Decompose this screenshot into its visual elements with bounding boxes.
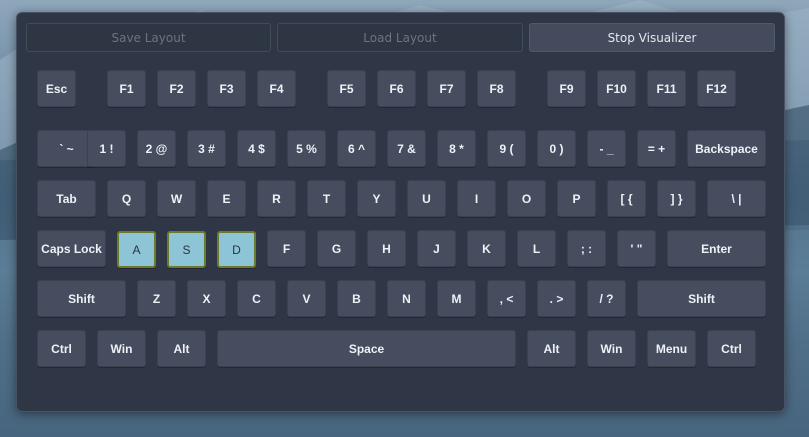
key-minus[interactable]: - _ [587,130,626,167]
key-1[interactable]: 1 ! [87,130,126,167]
key-t[interactable]: T [307,180,346,217]
key-e[interactable]: E [207,180,246,217]
stop-visualizer-button[interactable]: Stop Visualizer [529,23,775,52]
key-slash[interactable]: / ? [587,280,626,317]
key-f2[interactable]: F2 [157,70,196,107]
key-f6[interactable]: F6 [377,70,416,107]
keyboard-visualizer-window: Save Layout Load Layout Stop Visualizer … [16,12,785,412]
key-h[interactable]: H [367,230,406,267]
key-enter[interactable]: Enter [667,230,766,267]
key-backspace[interactable]: Backspace [687,130,766,167]
key-m[interactable]: M [437,280,476,317]
key-y[interactable]: Y [357,180,396,217]
key-p[interactable]: P [557,180,596,217]
key-f1[interactable]: F1 [107,70,146,107]
key-f3[interactable]: F3 [207,70,246,107]
key-space[interactable]: Space [217,330,516,367]
key-9[interactable]: 9 ( [487,130,526,167]
key-i[interactable]: I [457,180,496,217]
key-right-ctrl[interactable]: Ctrl [707,330,756,367]
key-f7[interactable]: F7 [427,70,466,107]
key-6[interactable]: 6 ^ [337,130,376,167]
key-left-win[interactable]: Win [97,330,146,367]
key-f9[interactable]: F9 [547,70,586,107]
key-5[interactable]: 5 % [287,130,326,167]
key-f[interactable]: F [267,230,306,267]
key-f12[interactable]: F12 [697,70,736,107]
key-left-bracket[interactable]: [ { [607,180,646,217]
key-j[interactable]: J [417,230,456,267]
key-g[interactable]: G [317,230,356,267]
key-o[interactable]: O [507,180,546,217]
key-l[interactable]: L [517,230,556,267]
key-x[interactable]: X [187,280,226,317]
key-a[interactable]: A [117,231,156,268]
key-2[interactable]: 2 @ [137,130,176,167]
key-z[interactable]: Z [137,280,176,317]
key-0[interactable]: 0 ) [537,130,576,167]
key-8[interactable]: 8 * [437,130,476,167]
key-semicolon[interactable]: ; : [567,230,606,267]
save-layout-button[interactable]: Save Layout [26,23,271,52]
key-7[interactable]: 7 & [387,130,426,167]
key-backslash[interactable]: \ | [707,180,766,217]
key-r[interactable]: R [257,180,296,217]
key-caps-lock[interactable]: Caps Lock [37,230,106,267]
key-s[interactable]: S [167,231,206,268]
key-k[interactable]: K [467,230,506,267]
key-left-ctrl[interactable]: Ctrl [37,330,86,367]
key-4[interactable]: 4 $ [237,130,276,167]
key-left-shift[interactable]: Shift [37,280,126,317]
key-f10[interactable]: F10 [597,70,636,107]
key-equals[interactable]: = + [637,130,676,167]
key-f8[interactable]: F8 [477,70,516,107]
key-d[interactable]: D [217,231,256,268]
key-quote[interactable]: ' " [617,230,656,267]
key-w[interactable]: W [157,180,196,217]
load-layout-button[interactable]: Load Layout [277,23,523,52]
key-f5[interactable]: F5 [327,70,366,107]
key-esc[interactable]: Esc [37,70,76,107]
key-b[interactable]: B [337,280,376,317]
key-f11[interactable]: F11 [647,70,686,107]
key-c[interactable]: C [237,280,276,317]
key-comma[interactable]: , < [487,280,526,317]
key-tab[interactable]: Tab [37,180,96,217]
key-right-shift[interactable]: Shift [637,280,766,317]
key-menu[interactable]: Menu [647,330,696,367]
key-right-bracket[interactable]: ] } [657,180,696,217]
key-u[interactable]: U [407,180,446,217]
key-left-alt[interactable]: Alt [157,330,206,367]
key-period[interactable]: . > [537,280,576,317]
key-3[interactable]: 3 # [187,130,226,167]
key-n[interactable]: N [387,280,426,317]
key-right-alt[interactable]: Alt [527,330,576,367]
key-v[interactable]: V [287,280,326,317]
key-q[interactable]: Q [107,180,146,217]
key-f4[interactable]: F4 [257,70,296,107]
key-right-win[interactable]: Win [587,330,636,367]
